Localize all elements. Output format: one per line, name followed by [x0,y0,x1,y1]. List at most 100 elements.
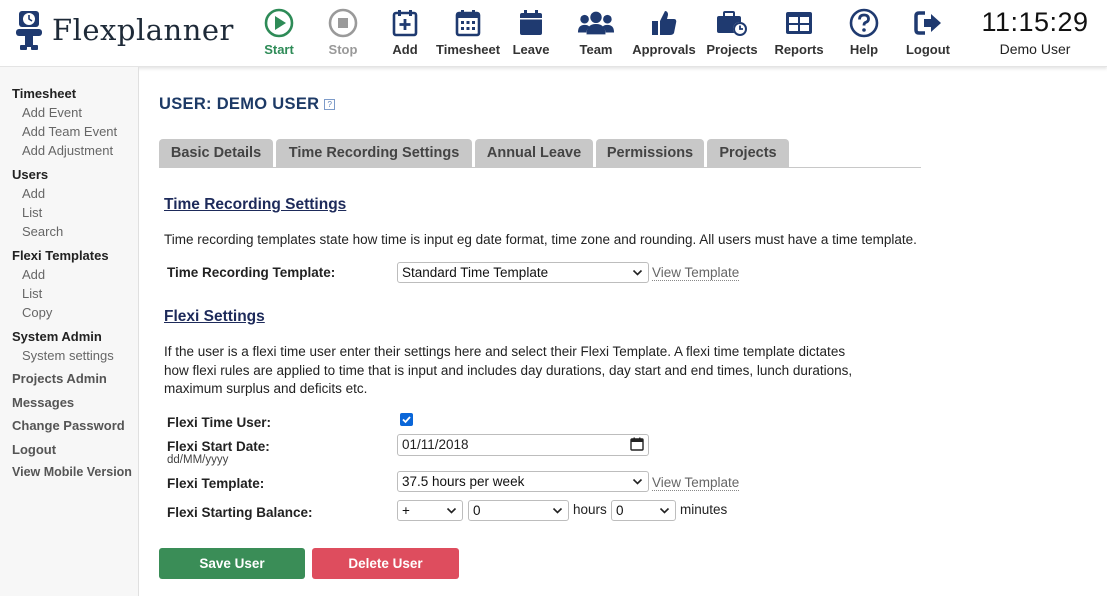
flexi-starting-balance-label: Flexi Starting Balance: [167,505,313,520]
logout-arrow-icon [914,11,941,35]
nav-leave-label: Leave [512,42,550,57]
tab-basic-details[interactable]: Basic Details [159,139,273,168]
sidebar-link-change-password[interactable]: Change Password [0,414,138,438]
page-title-text: USER: DEMO USER [159,95,320,113]
sidebar-item-users-list[interactable]: List [0,203,138,222]
nav-add-label: Add [392,42,418,57]
balance-hours-select[interactable]: 0 [468,500,569,521]
clock-time: 11:15:29 [981,7,1089,37]
delete-user-button[interactable]: Delete User [312,548,459,579]
nav-start-label: Start [264,42,294,57]
view-time-template-link[interactable]: View Template [652,265,740,281]
sidebar-head-system-admin[interactable]: System Admin [0,327,138,346]
nav-start[interactable]: Start [247,6,311,57]
save-user-button[interactable]: Save User [159,548,305,579]
logo-text: Flexplanner [52,13,234,47]
team-users-icon [577,11,615,35]
nav-reports[interactable]: Reports [767,6,831,57]
nav-leave[interactable]: Leave [499,6,563,57]
clock: 11:15:29 Demo User [972,7,1098,57]
nav-reports-label: Reports [774,42,824,57]
sidebar-item-templates-list[interactable]: List [0,284,138,303]
flexi-time-user-label: Flexi Time User: [167,415,272,430]
sidebar-head-users[interactable]: Users [0,165,138,184]
nav-projects-label: Projects [706,42,758,57]
top-header: Flexplanner Start Stop Add Timesheet Lea… [0,0,1107,67]
calendar-icon[interactable] [630,437,644,457]
play-circle-icon [264,8,294,38]
nav-approvals[interactable]: Approvals [632,6,696,57]
chevron-down-icon [659,501,670,527]
calendar-plus-icon [392,10,418,37]
time-recording-template-label: Time Recording Template: [167,265,336,280]
sidebar-link-logout[interactable]: Logout [0,438,138,462]
flexi-time-user-checkbox[interactable] [400,413,413,426]
briefcase-clock-icon [717,11,747,36]
nav-stop-label: Stop [328,42,358,57]
flexi-description-line-1: If the user is a flexi time user enter t… [164,344,846,359]
nav-team-label: Team [579,42,613,57]
nav-add[interactable]: Add [373,6,437,57]
sidebar-link-projects-admin[interactable]: Projects Admin [0,367,138,391]
chevron-down-icon [552,501,563,527]
flexi-description-line-2: how flexi rules are applied to time that… [164,362,853,378]
view-flexi-template-link[interactable]: View Template [652,475,740,491]
sidebar: Timesheet Add Event Add Team Event Add A… [0,67,139,596]
balance-sign-value: + [402,503,410,518]
thumbs-up-icon [652,11,677,35]
balance-sign-select[interactable]: + [397,500,463,521]
time-recording-template-value: Standard Time Template [402,265,549,280]
sidebar-item-templates-add[interactable]: Add [0,265,138,284]
sidebar-item-system-settings[interactable]: System settings [0,346,138,365]
sidebar-item-templates-copy[interactable]: Copy [0,303,138,322]
section-title-time-recording: Time Recording Settings [164,196,347,213]
sidebar-item-add-adjustment[interactable]: Add Adjustment [0,141,138,160]
balance-minutes-value: 0 [616,503,624,518]
balance-hours-value: 0 [473,503,481,518]
nav-timesheet[interactable]: Timesheet [436,6,500,57]
calendar-solid-icon [520,10,542,35]
flexplanner-logo-icon [16,11,42,50]
sidebar-item-users-add[interactable]: Add [0,184,138,203]
section-title-flexi-settings: Flexi Settings [164,308,265,325]
flexi-template-value: 37.5 hours per week [402,474,525,489]
tab-bar: Basic Details Time Recording Settings An… [159,139,921,168]
tab-projects[interactable]: Projects [707,139,789,168]
chevron-down-icon [632,263,643,289]
app-logo[interactable]: Flexplanner [14,9,234,51]
chevron-down-icon [446,501,457,527]
nav-stop[interactable]: Stop [311,6,375,57]
tab-permissions[interactable]: Permissions [596,139,704,168]
balance-minutes-select[interactable]: 0 [611,500,676,521]
minutes-unit-label: minutes [680,502,728,517]
checkmark-icon [402,416,411,424]
nav-timesheet-label: Timesheet [436,42,501,57]
tab-time-recording-settings[interactable]: Time Recording Settings [276,139,472,168]
calendar-grid-icon [455,10,481,37]
stop-circle-icon [328,8,358,38]
flexi-start-date-label: Flexi Start Date: [167,439,270,454]
current-user-name: Demo User [999,41,1071,57]
nav-team[interactable]: Team [564,6,628,57]
nav-projects[interactable]: Projects [700,6,764,57]
tab-annual-leave[interactable]: Annual Leave [475,139,593,168]
nav-help[interactable]: Help [832,6,896,57]
sidebar-link-messages[interactable]: Messages [0,391,138,415]
flexi-description-line-3: maximum surplus and deficits etc. [164,381,368,396]
sidebar-item-add-event[interactable]: Add Event [0,103,138,122]
flexi-start-date-input[interactable]: 01/11/2018 [397,434,649,456]
flexi-template-select[interactable]: 37.5 hours per week [397,471,649,492]
main-content: USER: DEMO USER ? Basic Details Time Rec… [139,67,1107,596]
nav-approvals-label: Approvals [632,42,696,57]
sidebar-item-users-search[interactable]: Search [0,222,138,241]
table-grid-icon [786,12,812,34]
sidebar-link-view-mobile-version[interactable]: View Mobile Version [0,461,138,485]
sidebar-item-add-team-event[interactable]: Add Team Event [0,122,138,141]
flexi-start-date-value: 01/11/2018 [402,437,469,452]
time-recording-template-select[interactable]: Standard Time Template [397,262,649,283]
sidebar-head-timesheet[interactable]: Timesheet [0,84,138,103]
sidebar-head-flexi-templates[interactable]: Flexi Templates [0,246,138,265]
nav-logout[interactable]: Logout [896,6,960,57]
help-icon[interactable]: ? [324,99,336,110]
nav-help-label: Help [849,42,879,57]
